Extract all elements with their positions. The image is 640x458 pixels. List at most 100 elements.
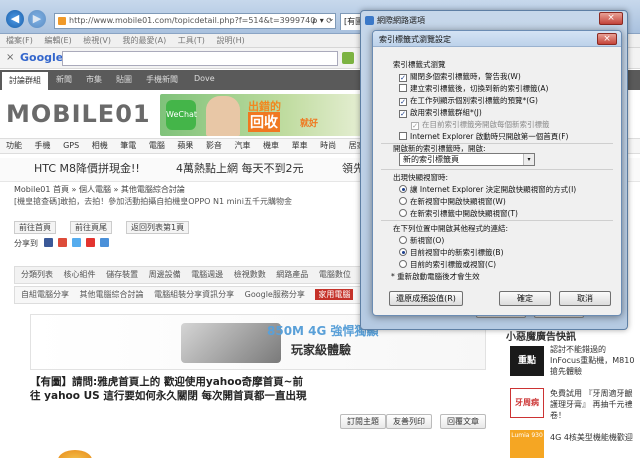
- subscribe-button[interactable]: 訂閱主題: [340, 414, 386, 429]
- radio-unselected-icon[interactable]: [399, 236, 407, 244]
- topnav-item-forum[interactable]: 討論群組: [2, 72, 48, 90]
- checkbox-checked-icon[interactable]: ✓: [399, 74, 407, 82]
- menu-file[interactable]: 檔案(F): [6, 36, 33, 45]
- category-item[interactable]: 電腦: [149, 141, 165, 150]
- right-ad-image-1[interactable]: 重點: [510, 346, 544, 376]
- chevron-down-icon[interactable]: ▾: [523, 154, 534, 165]
- category-item[interactable]: 機車: [263, 141, 279, 150]
- print-button[interactable]: 友善列印: [386, 414, 432, 429]
- checkbox-unchecked-icon[interactable]: [399, 84, 407, 92]
- radio-unselected-icon[interactable]: [399, 197, 407, 205]
- category-item[interactable]: 筆電: [120, 141, 136, 150]
- forward-button[interactable]: ▶: [28, 10, 46, 28]
- back-button[interactable]: ◀: [6, 10, 24, 28]
- radio-selected-icon[interactable]: [399, 185, 407, 193]
- right-ad-text-1[interactable]: 認討不能錯過的InFocus重點機，M810搶先體驗: [550, 344, 636, 377]
- topnav-item-dove[interactable]: Dove: [194, 74, 215, 83]
- category-item[interactable]: 手機: [35, 141, 51, 150]
- subnav-item[interactable]: 網路產品: [276, 270, 308, 279]
- reply-button[interactable]: 回覆文章: [440, 414, 486, 429]
- search-go-icon[interactable]: [342, 52, 354, 64]
- subnav-item[interactable]: 周邊設備: [149, 270, 181, 279]
- topnav-item-market[interactable]: 市集: [86, 74, 102, 85]
- radio-unselected-icon[interactable]: [399, 209, 407, 217]
- subnav-item[interactable]: 核心組件: [64, 270, 96, 279]
- menu-view[interactable]: 檢視(V): [83, 36, 111, 45]
- go-last-page-button[interactable]: 前往頁尾: [70, 221, 112, 234]
- link-option-new-window[interactable]: 新視窗(O): [399, 235, 444, 246]
- menu-help[interactable]: 說明(H): [216, 36, 244, 45]
- right-ad-image-3[interactable]: Lumia 930: [510, 430, 544, 458]
- banner-ad[interactable]: WeChat 出錯的 回收 就好: [160, 94, 370, 136]
- new-tab-select[interactable]: 新的索引標籤頁 ▾: [399, 153, 535, 166]
- category-item[interactable]: 時尚: [320, 141, 336, 150]
- link-option-new-tab[interactable]: 目前視窗中的新索引標籤(B): [399, 247, 504, 258]
- subnav-item[interactable]: 電腦組裝分享資訊分享: [154, 290, 234, 299]
- option-warn-close-tabs[interactable]: ✓ 關閉多個索引標籤時，警告我(W): [399, 71, 521, 82]
- cancel-button[interactable]: 取消: [559, 291, 611, 306]
- subnav-item[interactable]: 檢視數數: [234, 270, 266, 279]
- option-tab-groups[interactable]: ✓ 啟用索引標籤群組*(J): [399, 107, 482, 118]
- menu-edit[interactable]: 編輯(E): [44, 36, 71, 45]
- radio-unselected-icon[interactable]: [399, 260, 407, 268]
- category-item[interactable]: 功能: [6, 141, 22, 150]
- right-ad-image-2[interactable]: 牙周病: [510, 388, 544, 418]
- option-taskbar-previews[interactable]: ✓ 在工作列顯示個別索引標籤的預覽*(G): [399, 95, 538, 106]
- subnav-item[interactable]: 儲存裝置: [106, 270, 138, 279]
- checkbox-checked-icon[interactable]: ✓: [399, 110, 407, 118]
- link-label: 在下列位置中開啟其他程式的連結:: [393, 224, 509, 233]
- subnav-item-active[interactable]: 家用電腦: [315, 289, 354, 300]
- dialog-titlebar[interactable]: 索引標籤式瀏覽設定 ×: [373, 31, 621, 47]
- checkbox-unchecked-icon[interactable]: [399, 132, 407, 140]
- subnav-item[interactable]: 自組電腦分享: [21, 290, 69, 299]
- address-tools[interactable]: ρ ▾ ⟳: [312, 14, 333, 28]
- promo-link[interactable]: [機皇搶查碼]敢拍，去拍！參加活動拍攝自拍機皇OPPO N1 mini五千元購物…: [14, 196, 292, 207]
- breadcrumb[interactable]: Mobile01 首頁 » 個人電腦 » 其他電腦綜合討論: [14, 184, 185, 195]
- site-logo[interactable]: MOBILE01: [6, 100, 151, 128]
- restore-defaults-button[interactable]: 還原成預設值(R): [389, 291, 463, 306]
- right-ad-text-2[interactable]: 免費試用 『牙周適牙齦護理牙膏』 再抽千元禮卷！: [550, 388, 636, 421]
- subnav-item[interactable]: 電腦週邊: [191, 270, 223, 279]
- email-icon[interactable]: [100, 238, 109, 247]
- checkbox-checked-icon[interactable]: ✓: [399, 98, 407, 106]
- close-toolbar-icon[interactable]: ×: [6, 52, 14, 63]
- address-bar[interactable]: http://www.mobile01.com/topicdetail.php?…: [54, 13, 336, 29]
- menu-tools[interactable]: 工具(T): [178, 36, 205, 45]
- popup-option-new-tab[interactable]: 在新索引標籤中開啟快顯視窗(T): [399, 208, 518, 219]
- menu-favorites[interactable]: 我的最愛(A): [123, 36, 167, 45]
- go-first-page-button[interactable]: 前往首頁: [14, 221, 56, 234]
- text-ad-1[interactable]: HTC M8降價拼現金!!: [34, 158, 140, 180]
- subnav-item[interactable]: 電腦數位: [319, 270, 351, 279]
- google-search-input[interactable]: [62, 51, 338, 66]
- text-ad-2[interactable]: 4萬熱點上網 每天不到2元: [176, 158, 304, 180]
- back-to-list-button[interactable]: 返回列表第1頁: [126, 221, 190, 234]
- topnav-item-photos[interactable]: 貼圖: [116, 74, 132, 85]
- option-switch-new-tab[interactable]: 建立索引標籤後，切換到新的索引標籤(A): [399, 83, 548, 94]
- topnav-item-news[interactable]: 新聞: [56, 74, 72, 85]
- ok-button[interactable]: 確定: [499, 291, 551, 306]
- right-ad-text-3[interactable]: 4G 4核美型機能機歡迎: [550, 432, 636, 443]
- option-first-home-page-only[interactable]: Internet Explorer 啟動時只開啟第一個首頁(F): [399, 131, 568, 142]
- avatar[interactable]: [58, 450, 92, 458]
- popup-option-let-ie-decide[interactable]: 讓 Internet Explorer 決定開啟快顯視窗的方式(I): [399, 184, 576, 195]
- subnav-item[interactable]: 分類列表: [21, 270, 53, 279]
- link-option-current[interactable]: 目前的索引標籤或視窗(C): [399, 259, 496, 270]
- close-internet-options-icon[interactable]: ×: [599, 12, 623, 25]
- category-item[interactable]: 影音: [206, 141, 222, 150]
- subnav-item[interactable]: 其他電腦綜合討論: [80, 290, 144, 299]
- category-item[interactable]: GPS: [63, 141, 79, 150]
- subnav-item[interactable]: Google服務分享: [245, 290, 305, 299]
- close-icon[interactable]: ×: [597, 33, 617, 45]
- topnav-item-phone-news[interactable]: 手機新聞: [146, 74, 178, 85]
- plurk-icon[interactable]: [86, 238, 95, 247]
- google-plus-icon[interactable]: [58, 238, 67, 247]
- category-item[interactable]: 蘋果: [177, 141, 193, 150]
- category-item[interactable]: 汽車: [234, 141, 250, 150]
- popup-option-new-window[interactable]: 在新視窗中開啟快顯視窗(W): [399, 196, 506, 207]
- divider: [381, 169, 613, 170]
- twitter-icon[interactable]: [72, 238, 81, 247]
- facebook-icon[interactable]: [44, 238, 53, 247]
- radio-selected-icon[interactable]: [399, 248, 407, 256]
- category-item[interactable]: 單車: [292, 141, 308, 150]
- category-item[interactable]: 相機: [92, 141, 108, 150]
